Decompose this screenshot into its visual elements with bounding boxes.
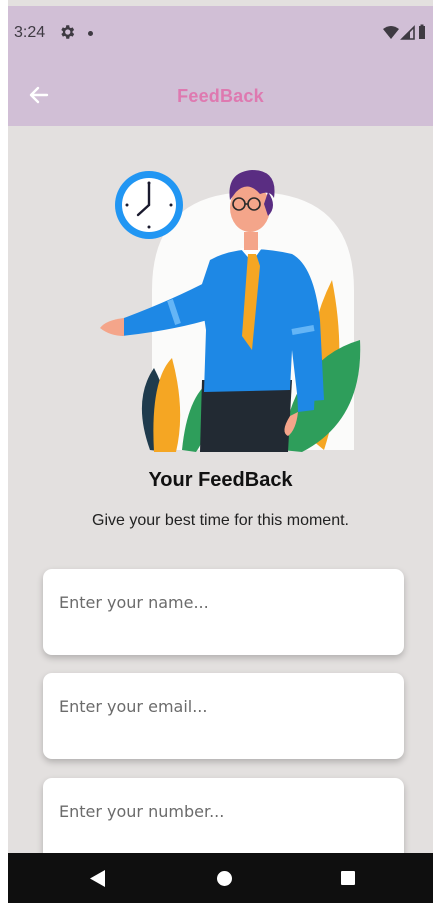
- app-bar-title: FeedBack: [177, 86, 264, 106]
- battery-icon: [419, 24, 425, 39]
- feedback-subtitle: Give your best time for this moment.: [92, 512, 349, 529]
- name-field-card: [43, 569, 404, 655]
- app-screen: 3:24 FeedBack Your FeedBack Give your be…: [8, 0, 433, 903]
- wifi-icon: [383, 26, 399, 39]
- feedback-illustration: [100, 170, 361, 452]
- clock-icon: [115, 171, 183, 239]
- signal-icon: [400, 25, 415, 40]
- app-bar: FeedBack: [8, 62, 433, 126]
- system-nav-bar: [8, 853, 433, 903]
- nav-back-icon[interactable]: [90, 870, 106, 887]
- email-input[interactable]: [59, 691, 379, 721]
- status-bar: 3:24: [8, 6, 433, 62]
- feedback-title: Your FeedBack: [148, 469, 293, 491]
- gear-icon: [58, 23, 76, 46]
- email-field-card: [43, 673, 404, 759]
- status-icons: [383, 24, 431, 47]
- number-field-card: [43, 778, 404, 864]
- notification-dot-icon: [88, 31, 93, 36]
- nav-recents-icon[interactable]: [341, 871, 355, 885]
- name-input[interactable]: [59, 587, 379, 617]
- status-time: 3:24: [14, 24, 46, 41]
- number-input[interactable]: [59, 796, 379, 826]
- nav-home-icon[interactable]: [217, 871, 232, 886]
